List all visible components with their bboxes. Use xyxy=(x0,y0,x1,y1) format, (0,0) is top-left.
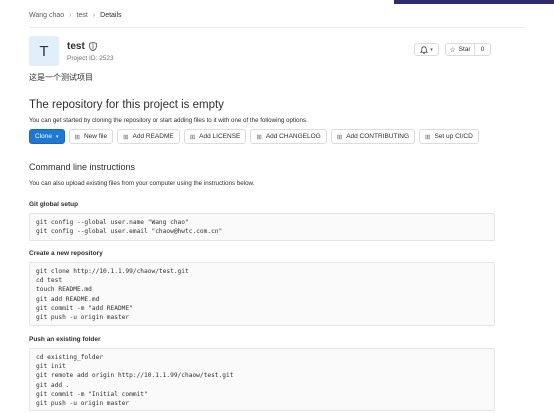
project-avatar: T xyxy=(29,36,59,66)
navbar-accent xyxy=(394,0,554,4)
empty-repo-title: The repository for this project is empty xyxy=(29,99,224,111)
setup-cicd-label: Set up CI/CD xyxy=(434,133,473,140)
existing-folder-code[interactable]: cd existing_folder git init git remote a… xyxy=(29,348,495,411)
chevron-down-icon: ▾ xyxy=(55,133,59,140)
star-count[interactable]: 0 xyxy=(474,43,491,56)
plus-icon: ⊞ xyxy=(189,133,196,141)
new-repo-code[interactable]: git clone http://10.1.1.99/chaow/test.gi… xyxy=(29,262,495,326)
new-file-button[interactable]: ⊞ New file xyxy=(68,129,114,144)
project-title: test xyxy=(67,41,97,52)
breadcrumb-separator-icon: › xyxy=(69,12,72,19)
plus-icon: ⊞ xyxy=(425,133,431,141)
bell-icon xyxy=(420,45,429,54)
command-line-subtitle: You can also upload existing files from … xyxy=(29,180,255,187)
new-repo-title: Create a new repository xyxy=(29,250,103,257)
project-name: test xyxy=(67,41,85,52)
plus-icon: ⊞ xyxy=(74,133,80,141)
project-id: Project ID: 2523 xyxy=(67,55,114,62)
add-changelog-label: Add CHANGELOG xyxy=(265,133,321,140)
plus-icon: ⊞ xyxy=(256,133,262,141)
shield-icon xyxy=(88,42,97,51)
command-line-title: Command line instructions xyxy=(29,162,136,172)
star-button[interactable]: ☆ Star xyxy=(445,43,475,56)
top-navbar xyxy=(0,0,554,4)
breadcrumb-project[interactable]: test xyxy=(77,12,88,19)
clone-button[interactable]: Clone ▾ xyxy=(29,129,65,144)
add-readme-button[interactable]: ⊞ Add README xyxy=(117,129,180,144)
git-global-title: Git global setup xyxy=(29,201,79,208)
star-label: Star xyxy=(458,46,471,53)
breadcrumb-separator-icon: › xyxy=(92,12,96,19)
plus-icon: ⊞ xyxy=(336,133,343,141)
notifications-button[interactable]: ▾ xyxy=(414,43,439,56)
breadcrumb-current[interactable]: Details xyxy=(100,12,121,19)
add-contributing-label: Add CONTRIBUTING xyxy=(346,133,410,140)
clone-label: Clone xyxy=(35,133,52,140)
add-readme-label: Add README xyxy=(132,133,174,140)
new-file-label: New file xyxy=(83,133,108,140)
project-description: 这是一个测试项目 xyxy=(29,73,93,82)
repo-actions: Clone ▾ ⊞ New file ⊞ Add README ⊞ Add LICEN… xyxy=(29,129,483,144)
git-global-code[interactable]: git config --global user.name "Wang chao… xyxy=(29,213,495,241)
add-contributing-button[interactable]: ⊞ Add CONTRIBUTING xyxy=(330,129,416,144)
setup-cicd-button[interactable]: ⊞ Set up CI/CD xyxy=(419,129,479,144)
add-license-button[interactable]: ⊞ Add LICENSE xyxy=(183,129,247,144)
divider xyxy=(29,27,525,28)
plus-icon: ⊞ xyxy=(123,133,129,141)
add-license-label: Add LICENSE xyxy=(199,133,241,140)
empty-repo-subtitle: You can get started by cloning the repos… xyxy=(29,117,308,124)
chevron-down-icon: ▾ xyxy=(430,46,433,53)
breadcrumb: Wang chao › test › Details xyxy=(29,12,122,19)
existing-folder-title: Push an existing folder xyxy=(29,336,101,343)
add-changelog-button[interactable]: ⊞ Add CHANGELOG xyxy=(250,129,327,144)
breadcrumb-user[interactable]: Wang chao xyxy=(29,12,64,19)
star-icon: ☆ xyxy=(449,46,456,54)
